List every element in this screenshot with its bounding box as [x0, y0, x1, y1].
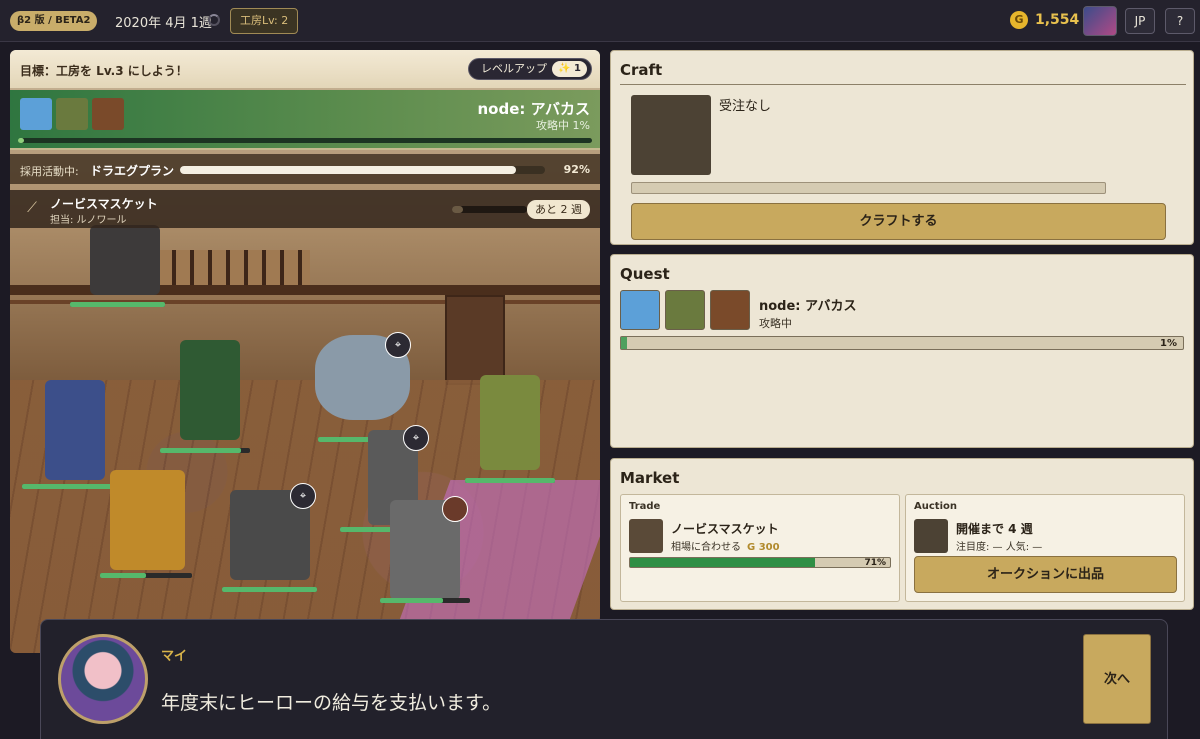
hero-sprite[interactable] [45, 380, 105, 480]
recruit-row[interactable]: 採用活動中: ドラエグプラン 92% [10, 154, 600, 184]
crafting-item: ノービスマスケット [50, 197, 158, 211]
level-up-label: レベルアップ [481, 62, 547, 75]
recruit-progress-bar [180, 166, 545, 174]
language-button[interactable]: JP [1125, 8, 1155, 34]
map-icon[interactable]: ⌖ [385, 332, 411, 358]
crafting-progress-bar [452, 206, 527, 213]
dialog-text: 年度末にヒーローの給与を支払います。 [161, 692, 502, 714]
recruit-name: ドラエグプラン [90, 164, 175, 178]
hero-hp-bar [100, 573, 192, 578]
crafting-row[interactable]: ⟋ ノービスマスケット 担当: ルノワール あと 2 週 [10, 190, 600, 228]
craft-item-slot[interactable] [631, 95, 711, 175]
node-progress-bar [18, 138, 592, 143]
hero-hp-bar [22, 484, 117, 489]
dialog-box[interactable]: マイ 年度末にヒーローの給与を支払います。 次へ [40, 619, 1168, 739]
level-up-button[interactable]: レベルアップ ✨ 1 [468, 58, 592, 80]
trade-price-line[interactable]: 相場に合わせる G 300 [671, 538, 780, 553]
trade-item: ノービスマスケット [671, 522, 779, 536]
trade-title: Trade [629, 501, 661, 512]
node-banner[interactable]: node: アバカス 攻略中 1% [10, 90, 600, 150]
craft-button[interactable]: クラフトする [631, 203, 1166, 240]
market-panel-title: Market [620, 469, 680, 487]
auction-card: Auction 開催まで 4 週 注目度: — 人気: — オークションに出品 [905, 494, 1185, 602]
trade-progress-fill [630, 558, 815, 567]
map-icon[interactable]: ⌖ [290, 483, 316, 509]
goal-text: 目標：工房を Lv.3 にしよう！ [20, 64, 188, 78]
hero-hp-bar [222, 587, 317, 592]
divider [620, 84, 1186, 85]
musket-icon: ⟋ [27, 200, 37, 216]
map-icon[interactable]: ⌖ [403, 425, 429, 451]
craft-panel-title: Craft [620, 61, 663, 79]
quest-panel-title: Quest [620, 265, 670, 283]
hero-sprite[interactable] [90, 225, 160, 295]
help-button[interactable]: ? [1165, 8, 1195, 34]
auction-list-button[interactable]: オークションに出品 [914, 556, 1177, 593]
recruit-progress-fill [180, 166, 516, 174]
quest-progress-fill [621, 337, 627, 349]
hero-sprite[interactable] [480, 375, 540, 470]
goal-bar: 目標：工房を Lv.3 にしよう！ レベルアップ ✨ 1 [10, 50, 600, 88]
trade-card: Trade ノービスマスケット 相場に合わせる G 300 71% [620, 494, 900, 602]
quest-percent: 1% [1160, 338, 1177, 349]
beetle-enemy-icon[interactable] [620, 290, 660, 330]
version-badge: β2 版 / BETA2 [10, 11, 98, 31]
hero-hp-bar [70, 302, 165, 307]
quest-panel: Quest node: アバカス 攻略中 1% [610, 254, 1194, 448]
node-title: node: アバカス [477, 100, 590, 118]
musket-icon[interactable] [629, 519, 663, 553]
trade-percent: 71% [864, 558, 886, 568]
hero-hp-bar [318, 437, 373, 442]
hero-portrait-icon [92, 98, 124, 130]
hero-hp-bar [465, 478, 555, 483]
craft-panel: Craft 受注なし クラフトする [610, 50, 1194, 245]
market-panel: Market Trade ノービスマスケット 相場に合わせる G 300 71% … [610, 458, 1194, 610]
auction-schedule: 開催まで 4 週 [956, 522, 1033, 536]
workshop-scene[interactable]: ⌖ ⌖ ⌖ 目標：工房を Lv.3 にしよう！ レベルアップ ✨ 1 node:… [10, 50, 600, 653]
auction-stats: 注目度: — 人気: — [956, 542, 1043, 553]
speaker-avatar [58, 634, 148, 724]
hero-portrait-icon[interactable] [710, 290, 750, 330]
hero-hp-bar [160, 448, 250, 453]
briefcase-icon[interactable] [442, 496, 468, 522]
workshop-level-badge[interactable]: 工房Lv: 2 [230, 8, 299, 34]
hero-sprite[interactable] [180, 340, 240, 440]
trade-progress-bar: 71% [629, 557, 891, 568]
auction-title: Auction [914, 501, 957, 512]
beetle-enemy-icon [20, 98, 52, 130]
recruit-percent: 92% [563, 163, 590, 176]
craft-progress-bar [631, 182, 1106, 194]
recruit-label: 採用活動中: [20, 165, 79, 178]
top-bar: β2 版 / BETA2 2020年 4月 1週 工房Lv: 2 G 1,554… [0, 0, 1200, 42]
speaker-name: マイ [161, 649, 188, 664]
crafting-assignee: 担当: ルノワール [50, 215, 127, 226]
quest-progress-bar: 1% [620, 336, 1184, 350]
next-button[interactable]: 次へ [1083, 634, 1151, 724]
hero-portrait-icon[interactable] [665, 290, 705, 330]
node-status: 攻略中 1% [536, 119, 590, 132]
quest-status: 攻略中 [759, 317, 792, 330]
node-progress-fill [18, 138, 24, 143]
hero-portrait-icon [56, 98, 88, 130]
gold-amount: 1,554 [1035, 12, 1080, 28]
level-up-count: ✨ 1 [552, 61, 587, 77]
gold-coin-icon: G [1010, 11, 1028, 29]
hero-sprite[interactable] [110, 470, 185, 570]
loading-spinner-icon [208, 14, 220, 26]
current-date: 2020年 4月 1週 [115, 16, 212, 31]
scene-bookshelf [445, 295, 505, 385]
hero-hp-bar [380, 598, 470, 603]
crafting-progress-fill [452, 206, 464, 213]
craft-empty-text: 受注なし [719, 99, 772, 114]
auction-item-slot[interactable] [914, 519, 948, 553]
quest-node-name: node: アバカス [759, 299, 857, 314]
weeks-left-badge: あと 2 週 [527, 200, 590, 219]
player-avatar[interactable] [1083, 6, 1117, 36]
trade-match-text: 相場に合わせる [671, 542, 741, 553]
trade-price: G 300 [747, 542, 780, 553]
